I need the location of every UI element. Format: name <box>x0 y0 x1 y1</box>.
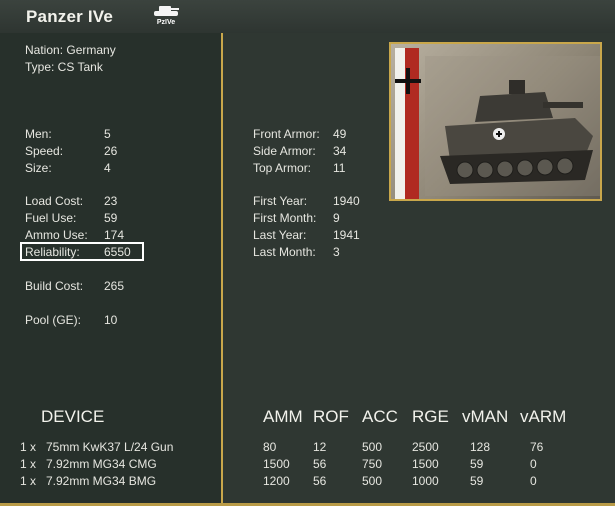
device-rof: 56 <box>313 457 327 471</box>
device-amm: 1500 <box>263 457 290 471</box>
device-varm: 0 <box>530 474 537 488</box>
stat-value-ammo-use: 174 <box>104 228 125 242</box>
first-year-label: First Year: <box>253 194 308 208</box>
stat-value-load-cost: 23 <box>104 194 118 208</box>
column-header-vman: vMAN <box>462 407 509 426</box>
stat-label-build-cost: Build Cost: <box>25 279 84 293</box>
column-header-rge: RGE <box>412 407 449 426</box>
stat-value-size: 4 <box>104 161 111 175</box>
first-month-value: 9 <box>333 211 340 225</box>
first-month-label: First Month: <box>253 211 317 225</box>
first-year-value: 1940 <box>333 194 360 208</box>
side-armor-label: Side Armor: <box>253 144 316 158</box>
stat-label-men: Men: <box>25 127 52 141</box>
stat-value-speed: 26 <box>104 144 118 158</box>
top-armor-label: Top Armor: <box>253 161 312 175</box>
device-rge: 1000 <box>412 474 439 488</box>
front-armor-value: 49 <box>333 127 347 141</box>
war-flag-icon <box>395 48 423 199</box>
last-year-value: 1941 <box>333 228 360 242</box>
stat-label-size: Size: <box>25 161 52 175</box>
last-month-value: 3 <box>333 245 340 259</box>
device-name: 75mm KwK37 L/24 Gun <box>46 440 174 454</box>
device-rof: 12 <box>313 440 327 454</box>
stat-value-men: 5 <box>104 127 111 141</box>
nation-line: Nation: Germany <box>25 43 116 57</box>
device-vman: 59 <box>470 474 484 488</box>
side-armor-value: 34 <box>333 144 347 158</box>
type-line: Type: CS Tank <box>25 60 103 74</box>
stat-value-fuel-use: 59 <box>104 211 118 225</box>
title-bar: Panzer IVe PzIVe <box>0 0 615 34</box>
top-armor-value: 11 <box>333 161 346 175</box>
device-acc: 750 <box>362 457 383 471</box>
stat-value-build-cost: 265 <box>104 279 125 293</box>
stat-label-fuel-use: Fuel Use: <box>25 211 77 225</box>
device-qty: 1 x <box>20 440 37 454</box>
unit-icon-label: PzIVe <box>156 19 176 26</box>
column-header-rof: ROF <box>313 407 349 426</box>
last-year-label: Last Year: <box>253 228 307 242</box>
device-acc: 500 <box>362 474 383 488</box>
device-acc: 500 <box>362 440 383 454</box>
column-header-varm: vARM <box>520 407 567 426</box>
device-amm: 1200 <box>263 474 290 488</box>
device-vman: 59 <box>470 457 484 471</box>
tank-photo <box>389 42 602 201</box>
stat-value-pool: 10 <box>104 313 118 327</box>
tank-unit-icon: PzIVe <box>146 2 186 32</box>
device-rof: 56 <box>313 474 327 488</box>
device-name: 7.92mm MG34 BMG <box>46 474 157 488</box>
device-name: 7.92mm MG34 CMG <box>46 457 157 471</box>
device-qty: 1 x <box>20 474 37 488</box>
device-qty: 1 x <box>20 457 37 471</box>
device-varm: 76 <box>530 440 544 454</box>
stat-label-load-cost: Load Cost: <box>25 194 84 208</box>
front-armor-label: Front Armor: <box>253 127 320 141</box>
unit-stats-panel: Nation: Germany Type: CS Tank Men: 5 Spe… <box>0 33 223 506</box>
device-varm: 0 <box>530 457 537 471</box>
last-month-label: Last Month: <box>253 245 316 259</box>
stat-label-speed: Speed: <box>25 144 64 158</box>
reliability-highlight-box <box>20 242 144 261</box>
unit-title: Panzer IVe <box>26 7 114 26</box>
device-header: DEVICE <box>41 407 105 426</box>
stat-label-ammo-use: Ammo Use: <box>25 228 88 242</box>
stat-label-pool: Pool (GE): <box>25 313 82 327</box>
device-rge: 2500 <box>412 440 439 454</box>
column-header-acc: ACC <box>362 407 398 426</box>
device-rge: 1500 <box>412 457 439 471</box>
device-amm: 80 <box>263 440 277 454</box>
device-vman: 128 <box>470 440 491 454</box>
column-header-amm: AMM <box>263 407 303 426</box>
